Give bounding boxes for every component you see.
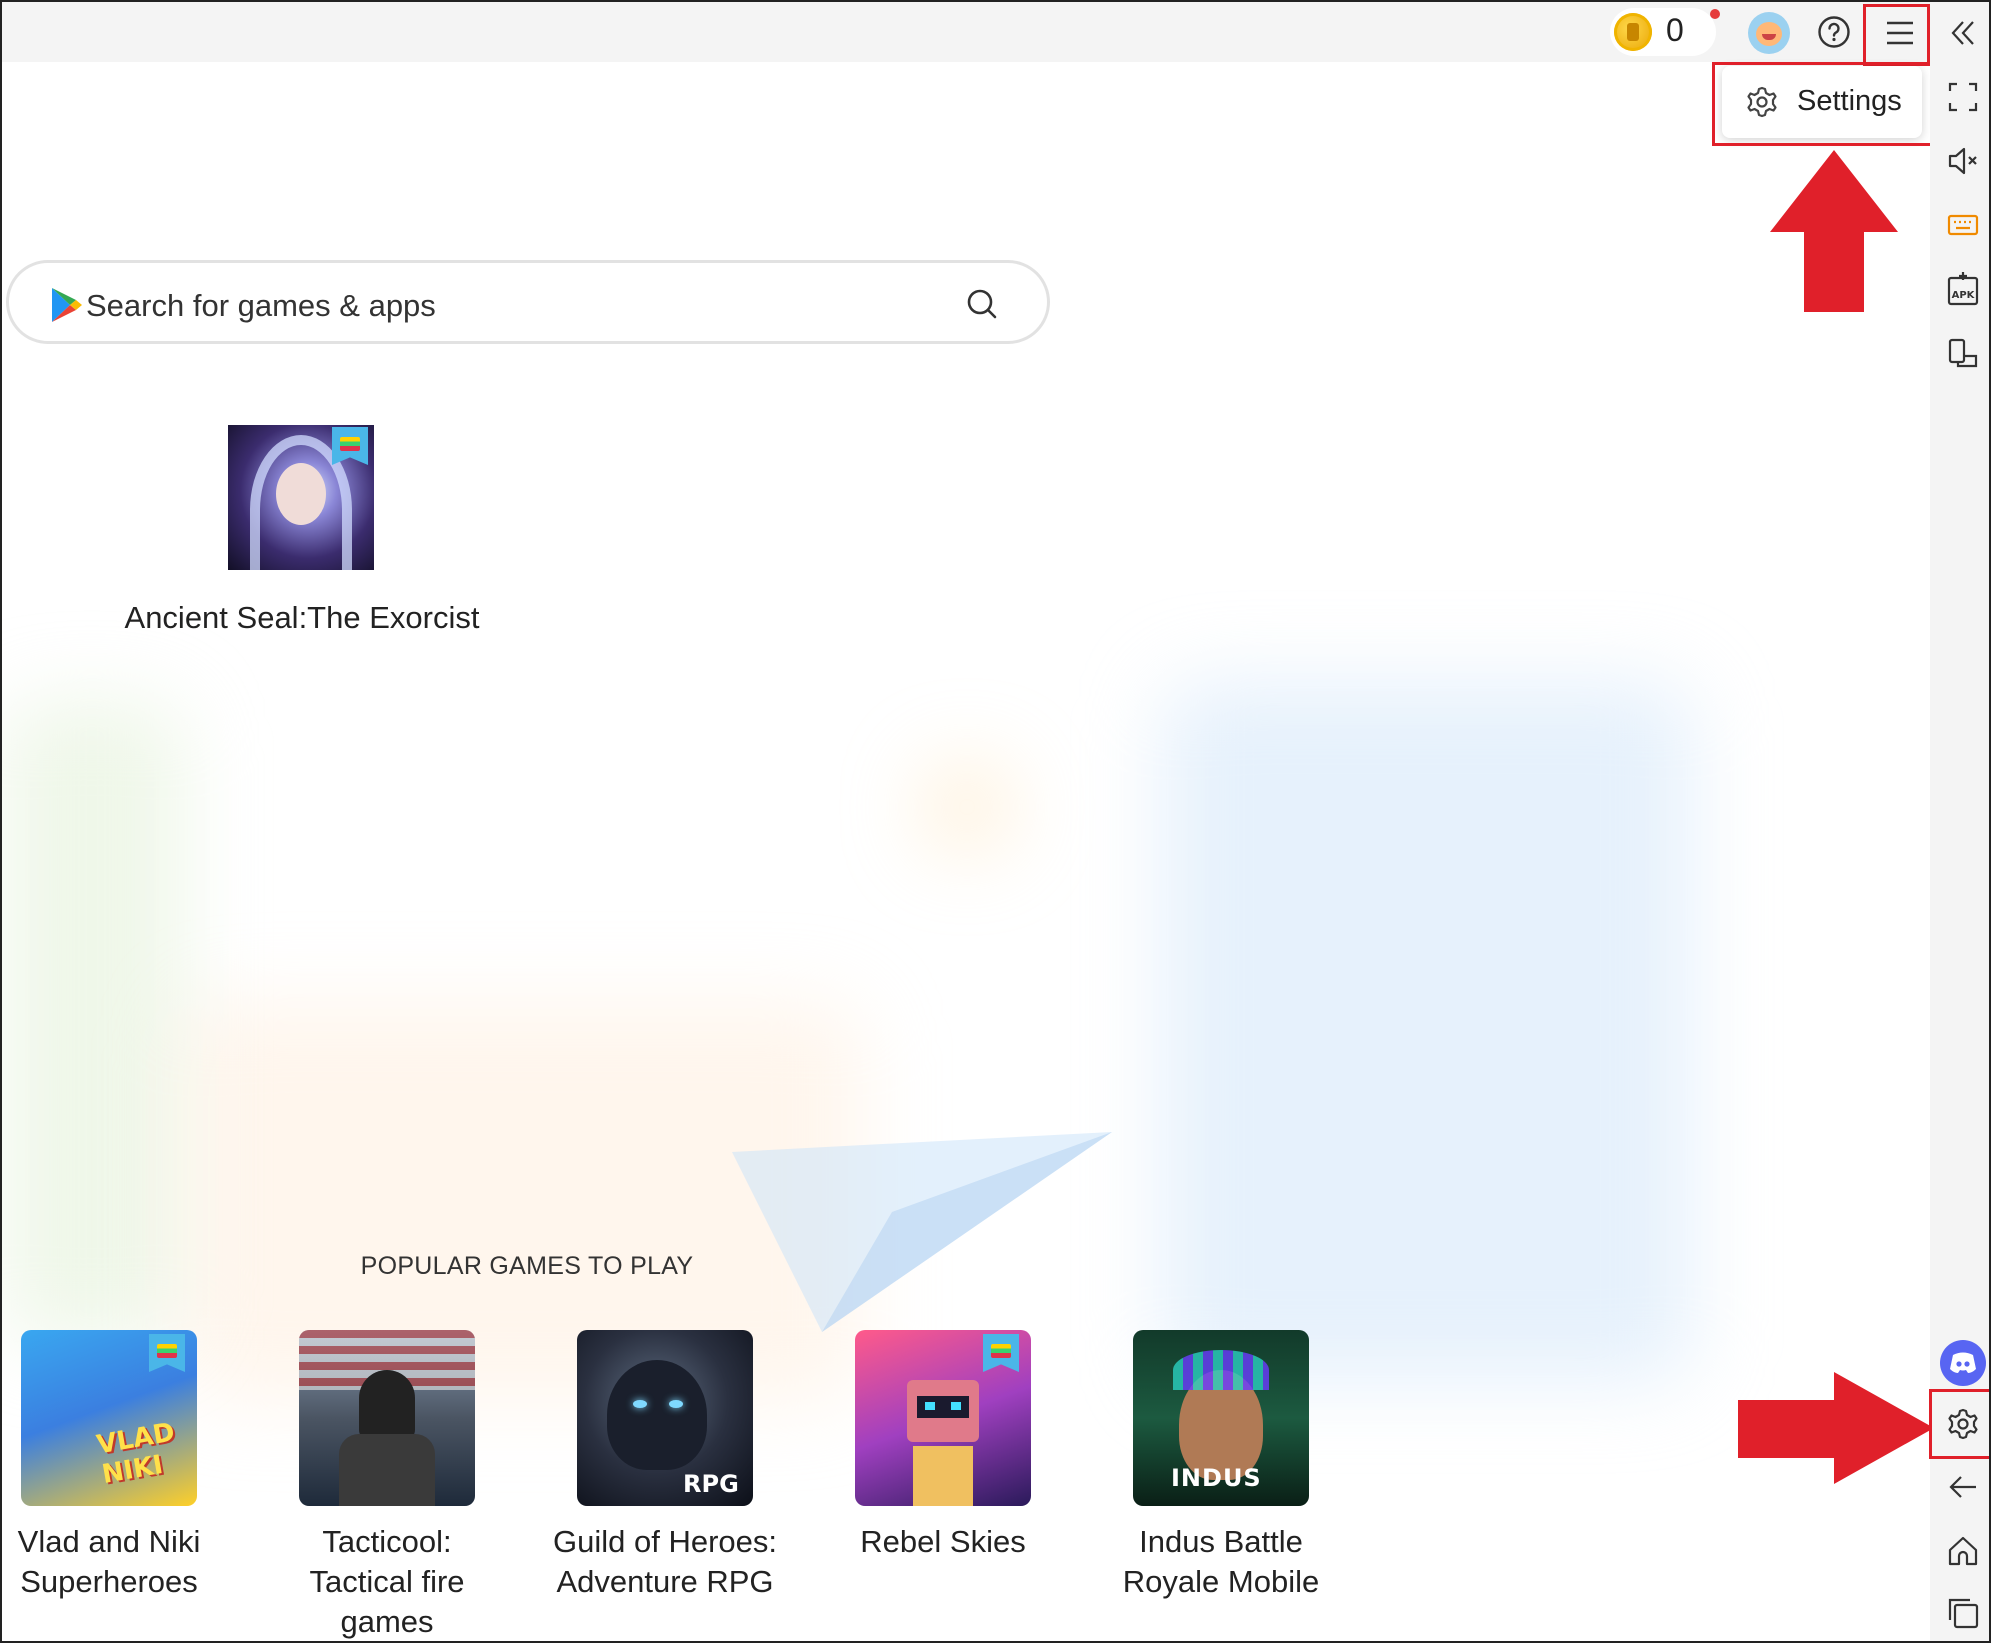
- avatar-icon[interactable]: [1748, 12, 1790, 54]
- bluestacks-badge-icon: [332, 427, 368, 465]
- game-icon-guild-of-heroes[interactable]: RPG: [577, 1330, 753, 1506]
- robot-eye: [951, 1402, 961, 1410]
- search-icon[interactable]: [964, 286, 1000, 322]
- panther-eye: [633, 1400, 647, 1408]
- game-title[interactable]: Vlad and Niki Superheroes: [2, 1522, 227, 1602]
- game-icon-tacticool[interactable]: [299, 1330, 475, 1506]
- menu-highlight-box: [1863, 4, 1930, 66]
- panther-figure: [607, 1360, 707, 1470]
- svg-text:APK: APK: [1952, 290, 1976, 301]
- robot-body: [913, 1446, 973, 1506]
- game-icon-rebel-skies[interactable]: [855, 1330, 1031, 1506]
- discord-icon[interactable]: [1940, 1340, 1986, 1386]
- back-icon[interactable]: [1946, 1470, 1980, 1504]
- app-title[interactable]: Ancient Seal:The Exorcist: [122, 600, 482, 636]
- gear-highlight-box: [1929, 1389, 1989, 1459]
- notification-dot: [1710, 9, 1720, 19]
- bluestacks-badge-icon: [983, 1334, 1019, 1372]
- background-wash: [1162, 682, 1692, 1382]
- paper-plane-decoration: [732, 1132, 1112, 1332]
- robot-eye: [925, 1402, 935, 1410]
- collapse-sidebar-icon[interactable]: [1946, 16, 1980, 50]
- background-wash: [2, 702, 182, 1342]
- keyboard-icon[interactable]: [1946, 208, 1980, 242]
- panther-eye: [669, 1400, 683, 1408]
- app-icon-ancient-seal[interactable]: [228, 425, 374, 570]
- red-arrow-up: [1770, 150, 1898, 312]
- search-input[interactable]: Search for games & apps: [86, 288, 436, 324]
- app-window: 0 Settings APK Search for games & apps A…: [0, 0, 1991, 1643]
- fullscreen-icon[interactable]: [1946, 80, 1980, 114]
- game-title[interactable]: Indus Battle Royale Mobile: [1103, 1522, 1339, 1602]
- coin-count: 0: [1666, 12, 1684, 48]
- soldier-figure: [359, 1370, 415, 1440]
- soldier-figure: [339, 1434, 435, 1506]
- featured-art: [276, 463, 326, 525]
- game-title[interactable]: Guild of Heroes: Adventure RPG: [547, 1522, 783, 1602]
- volume-mute-icon[interactable]: [1946, 144, 1980, 178]
- home-icon[interactable]: [1946, 1534, 1980, 1568]
- game-icon-text: RPG: [683, 1470, 739, 1498]
- recent-apps-icon[interactable]: [1946, 1596, 1980, 1630]
- headdress: [1173, 1350, 1269, 1390]
- game-icon-text: INDUS: [1171, 1464, 1262, 1492]
- bluestacks-badge-icon: [149, 1334, 185, 1372]
- red-arrow-right: [1738, 1372, 1934, 1484]
- game-title[interactable]: Tacticool: Tactical fire games: [269, 1522, 505, 1641]
- help-icon[interactable]: [1817, 15, 1851, 49]
- game-icon-vlad-niki[interactable]: VLAD NIKI: [21, 1330, 197, 1506]
- google-play-icon: [52, 288, 82, 322]
- game-title[interactable]: Rebel Skies: [825, 1522, 1061, 1562]
- multi-instance-icon[interactable]: [1946, 336, 1980, 370]
- coin-icon: [1614, 13, 1652, 51]
- background-wash: [922, 762, 1012, 852]
- game-icon-text: VLAD NIKI: [94, 1417, 177, 1491]
- game-icon-indus[interactable]: INDUS: [1133, 1330, 1309, 1506]
- install-apk-icon[interactable]: APK: [1946, 272, 1980, 306]
- section-heading: POPULAR GAMES TO PLAY: [360, 1252, 694, 1280]
- settings-highlight-box: [1712, 62, 1934, 146]
